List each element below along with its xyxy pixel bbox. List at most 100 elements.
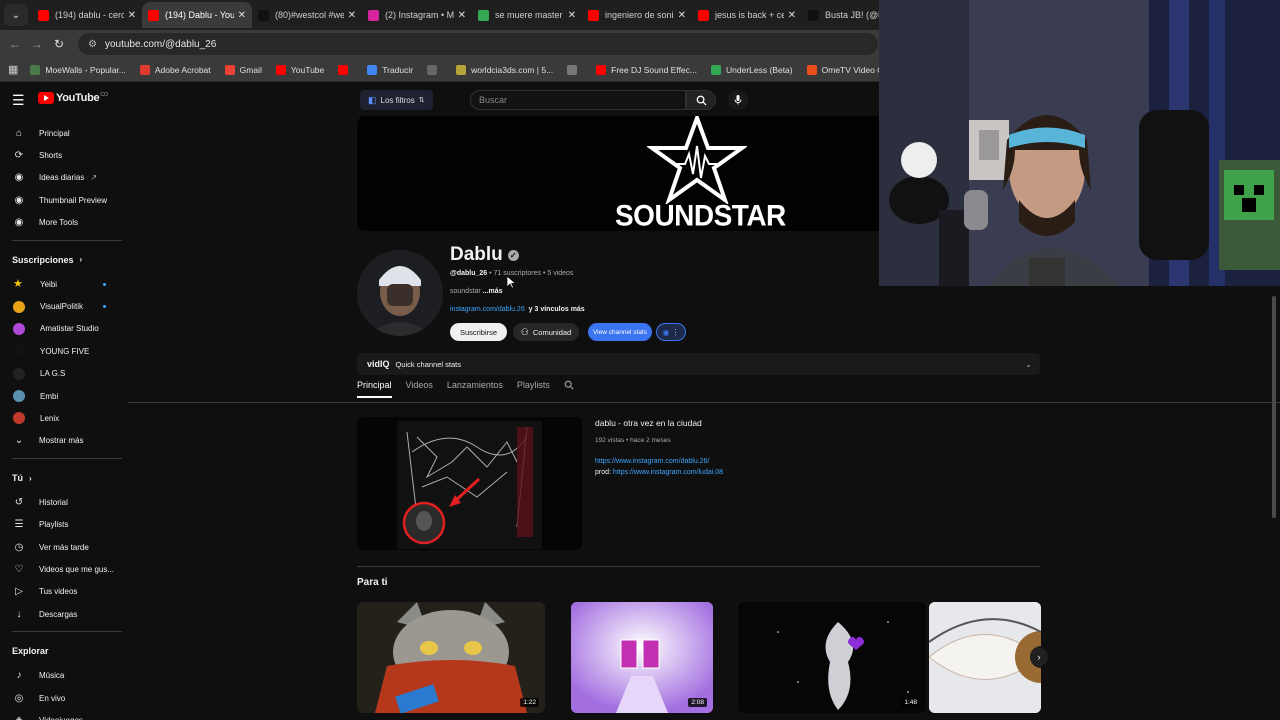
view-channel-stats-button[interactable]: View channel stats	[588, 323, 652, 341]
browser-tab[interactable]: jesus is back + ce ✕	[692, 2, 802, 28]
browser-tab[interactable]: (2) Instagram • M ✕	[362, 2, 472, 28]
sidebar-subscription-visualpolitik[interactable]: VisualPolitik	[0, 295, 128, 317]
sidebar-item-principal[interactable]: ⌂ Principal	[0, 122, 128, 144]
close-tab-icon[interactable]: ✕	[458, 10, 466, 21]
sidebar-item-historial[interactable]: ↺ Historial	[0, 491, 128, 513]
close-tab-icon[interactable]: ✕	[348, 10, 356, 21]
shelf-video-thumbnail[interactable]: 1:48	[738, 602, 926, 713]
browser-tab[interactable]: se muere master ✕	[472, 2, 582, 28]
sidebar-item-ver-m-s-tarde[interactable]: ◷ Ver más tarde	[0, 536, 128, 558]
shelf-video-thumbnail[interactable]	[929, 602, 1041, 713]
featured-video-meta: 192 vistas • hace 2 meses	[595, 437, 671, 444]
sidebar-subscription-amatistar-studio[interactable]: Amatistar Studio	[0, 318, 128, 340]
back-icon[interactable]: ←	[4, 37, 26, 51]
sidebar-subscription-la-g-s[interactable]: LA G.S	[0, 363, 128, 385]
sidebar-item-en-vivo[interactable]: ◎ En vivo	[0, 687, 128, 709]
subscription-label: Amatistar Studio	[40, 324, 99, 334]
featured-description-link[interactable]: https://www.instagram.com/dablu.26/	[595, 458, 709, 465]
bookmark-item[interactable]	[567, 64, 582, 75]
tab-favicon-icon	[588, 9, 599, 21]
sidebar-item-videos-que-me-gus[interactable]: ♡ Videos que me gus...	[0, 558, 128, 580]
sidebar-item-tus-videos[interactable]: ▷ Tus videos	[0, 581, 128, 603]
sidebar-item-descargas[interactable]: ↓ Descargas	[0, 603, 128, 625]
sidebar-subscription-lenix[interactable]: Lenix	[0, 407, 128, 429]
search-icon	[696, 95, 707, 106]
search-input[interactable]: Buscar	[470, 90, 686, 110]
channel-instagram-link[interactable]: instagram.com/dablu.26	[450, 306, 525, 313]
menu-icon[interactable]: ☰	[12, 92, 25, 109]
browser-tab[interactable]: ingeniero de soni ✕	[582, 2, 692, 28]
sidebar-item-ideas-diarias[interactable]: ◉ Ideas diarias ↗	[0, 167, 128, 189]
sidebar-item-thumbnail-preview[interactable]: ◉ Thumbnail Preview	[0, 189, 128, 211]
vidiq-logo: vidIQ	[367, 359, 390, 369]
external-link-icon: ↗	[90, 173, 98, 183]
chevron-right-icon: ›	[29, 473, 32, 483]
community-button[interactable]: ⚇ Comunidad	[513, 323, 579, 341]
sidebar-subscription-embi[interactable]: Embi	[0, 385, 128, 407]
youtube-logo[interactable]: YouTube CO	[38, 92, 108, 104]
forward-icon[interactable]: →	[26, 37, 48, 51]
site-info-icon[interactable]: ⚙	[88, 39, 97, 50]
featured-prod-link[interactable]: https://www.instagram.com/ludai.08	[613, 469, 723, 476]
sidebar-subscription-young-five[interactable]: YOUNG FIVE	[0, 340, 128, 362]
close-tab-icon[interactable]: ✕	[128, 10, 136, 21]
browser-tab[interactable]: (194) Dablu - You ✕	[142, 2, 252, 28]
tab-principal[interactable]: Principal	[357, 380, 392, 398]
browser-tab-label: (194) dablu - cero	[55, 10, 124, 20]
show-more-button[interactable]: ⌄ Mostrar más	[0, 430, 128, 452]
subscriptions-heading[interactable]: Suscripciones ›	[0, 247, 128, 273]
sidebar-item-more-tools[interactable]: ◉ More Tools	[0, 212, 128, 234]
channel-avatar[interactable]	[357, 250, 443, 336]
bookmark-item[interactable]: YouTube	[275, 64, 324, 75]
bookmark-label: UnderLess (Beta)	[726, 64, 793, 75]
sidebar-item-shorts[interactable]: ⟳ Shorts	[0, 144, 128, 166]
bookmark-item[interactable]: Free DJ Sound Effec...	[596, 64, 697, 75]
sidebar-subscription-yeibi[interactable]: ★ Yeibi	[0, 273, 128, 295]
subscribe-button[interactable]: Suscribirse	[450, 323, 507, 341]
vidiq-more-button[interactable]: ◉ ⋮	[656, 323, 686, 341]
featured-video-thumbnail[interactable]	[357, 417, 582, 550]
featured-video-title[interactable]: dablu - otra vez en la ciudad	[595, 418, 702, 428]
bookmark-item[interactable]	[338, 64, 353, 75]
shelf-video-thumbnail[interactable]: 1:22	[357, 602, 545, 713]
more-links-button[interactable]: y 3 vínculos más	[529, 306, 585, 313]
bookmark-item[interactable]: UnderLess (Beta)	[711, 64, 793, 75]
shelf-video-thumbnail[interactable]: 2:08	[571, 602, 713, 713]
shelf-next-button[interactable]: ›	[1030, 648, 1048, 666]
bookmark-item[interactable]: Traducir	[367, 64, 413, 75]
tab-playlists[interactable]: Playlists	[517, 380, 550, 396]
search-button[interactable]	[686, 90, 716, 110]
address-bar[interactable]: ⚙ youtube.com/@dablu_26	[78, 33, 878, 55]
sidebar-item-m-sica[interactable]: ♪ Música	[0, 664, 128, 686]
description-more-link[interactable]: ...más	[483, 288, 503, 295]
tab-lanzamientos[interactable]: Lanzamientos	[447, 380, 503, 396]
apps-grid-icon[interactable]: ▦	[8, 63, 18, 76]
browser-tab[interactable]: (80)#westcol #we ✕	[252, 2, 362, 28]
channel-avatar-icon	[13, 412, 25, 425]
close-tab-icon[interactable]: ✕	[788, 10, 796, 21]
sidebar-item-playlists[interactable]: ☰ Playlists	[0, 513, 128, 535]
filters-button[interactable]: ◧ Los filtros ⇅	[360, 90, 433, 110]
close-tab-icon[interactable]: ✕	[678, 10, 686, 21]
close-tab-icon[interactable]: ✕	[238, 10, 246, 21]
bookmark-item[interactable]: Gmail	[224, 64, 262, 75]
vidiq-quick-stats-bar[interactable]: vidIQ Quick channel stats ⌄	[357, 353, 1040, 375]
bookmark-item[interactable]: worldcia3ds.com | 5...	[456, 64, 553, 75]
tab-videos[interactable]: Videos	[406, 380, 433, 396]
avatar-image	[357, 250, 443, 336]
reload-icon[interactable]: ↻	[48, 37, 70, 51]
voice-search-button[interactable]	[728, 90, 748, 110]
bookmark-item[interactable]	[427, 64, 442, 75]
sidebar-item-videojuegos[interactable]: ◈ Videojuegos	[0, 709, 128, 720]
search-icon[interactable]	[564, 380, 574, 393]
tab-search-button[interactable]: ⌄	[4, 4, 28, 26]
bookmark-item[interactable]: Adobe Acrobat	[139, 64, 211, 75]
bookmark-item[interactable]: MoeWalls - Popular...	[30, 64, 126, 75]
close-tab-icon[interactable]: ✕	[568, 10, 576, 21]
you-heading[interactable]: Tú ›	[0, 465, 128, 491]
browser-tab[interactable]: (194) dablu - cero ✕	[32, 2, 142, 28]
page-scrollbar[interactable]	[1272, 296, 1276, 518]
shorts-icon: ⟳	[14, 150, 24, 162]
channel-description[interactable]: soundstar ...más	[450, 288, 503, 295]
bookmark-favicon-icon	[806, 64, 817, 75]
